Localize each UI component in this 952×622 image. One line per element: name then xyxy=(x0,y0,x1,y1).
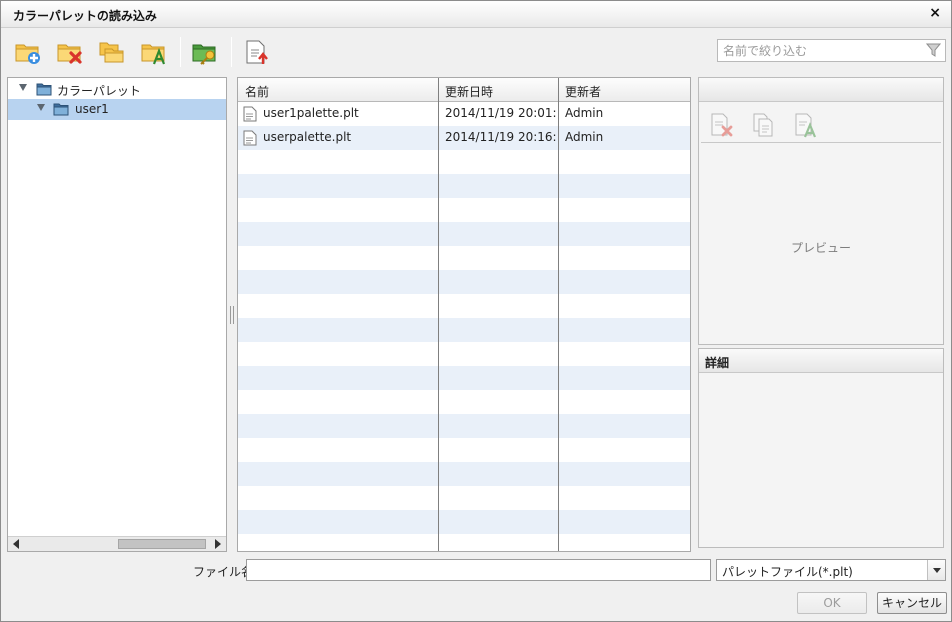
tree-horizontal-scrollbar[interactable] xyxy=(8,536,226,551)
folder-permission-icon[interactable] xyxy=(191,38,219,66)
file-list: 名前 更新日時 更新者 user1palette.plt 2014/11/19 … xyxy=(237,77,691,552)
filter-icon[interactable] xyxy=(926,43,941,58)
preview-header xyxy=(699,78,943,102)
column-header-modified[interactable]: 更新日時 xyxy=(445,83,493,100)
empty-row xyxy=(238,174,690,198)
empty-row xyxy=(238,510,690,534)
tree-item-label: user1 xyxy=(75,102,109,116)
cancel-button[interactable]: キャンセル xyxy=(877,592,947,614)
file-icon xyxy=(243,130,257,146)
details-header: 詳細 xyxy=(699,349,943,373)
empty-row xyxy=(238,318,690,342)
rename-folder-icon[interactable] xyxy=(140,38,168,66)
table-row[interactable]: user1palette.plt 2014/11/19 20:01:3 Admi… xyxy=(238,102,690,126)
collapse-arrow-icon[interactable] xyxy=(19,84,27,91)
copy-folder-icon[interactable] xyxy=(98,38,126,66)
file-date: 2014/11/19 20:01:3 xyxy=(445,106,557,120)
empty-row xyxy=(238,414,690,438)
filename-label: ファイル名 xyxy=(193,565,254,579)
empty-row xyxy=(238,270,690,294)
dropdown-button[interactable] xyxy=(927,560,945,580)
filter-box xyxy=(717,39,946,62)
column-divider xyxy=(558,78,559,551)
column-divider xyxy=(438,78,439,551)
filetype-selected: パレットファイル(*.plt) xyxy=(722,565,853,579)
scroll-left-icon[interactable] xyxy=(13,539,19,549)
folder-icon xyxy=(53,103,69,116)
toolbar-separator xyxy=(180,37,181,67)
toolbar-separator xyxy=(231,37,232,67)
file-list-header: 名前 更新日時 更新者 xyxy=(238,78,690,102)
empty-row xyxy=(238,462,690,486)
folder-tree: カラーパレット user1 xyxy=(7,77,227,552)
chevron-down-icon xyxy=(933,568,941,573)
file-name: user1palette.plt xyxy=(263,106,359,120)
delete-folder-icon[interactable] xyxy=(56,38,84,66)
title-bar: カラーパレットの読み込み × xyxy=(1,1,951,28)
pane-splitter[interactable] xyxy=(230,306,234,324)
new-folder-icon[interactable] xyxy=(14,38,42,66)
filetype-select[interactable]: パレットファイル(*.plt) xyxy=(716,559,946,581)
filename-input[interactable] xyxy=(246,559,711,581)
preview-placeholder: プレビュー xyxy=(790,241,851,255)
close-icon[interactable]: × xyxy=(929,5,941,21)
load-color-palette-dialog: カラーパレットの読み込み × 名前で絞り込む カラーパレット user1 名前 … xyxy=(0,0,952,622)
filter-input[interactable] xyxy=(718,40,918,61)
details-title: 詳細 xyxy=(705,356,730,370)
column-header-modifier[interactable]: 更新者 xyxy=(565,83,601,100)
empty-row xyxy=(238,222,690,246)
file-name: userpalette.plt xyxy=(263,130,352,144)
table-row[interactable]: userpalette.plt 2014/11/19 20:16:5 Admin xyxy=(238,126,690,150)
collapse-arrow-icon[interactable] xyxy=(37,104,45,111)
rename-file-icon[interactable] xyxy=(793,112,819,138)
column-header-name[interactable]: 名前 xyxy=(245,83,269,100)
scroll-thumb[interactable] xyxy=(118,539,206,549)
delete-file-icon[interactable] xyxy=(709,112,735,138)
file-user: Admin xyxy=(565,106,604,120)
preview-panel: プレビュー xyxy=(698,77,944,345)
file-date: 2014/11/19 20:16:5 xyxy=(445,130,557,144)
file-icon xyxy=(243,106,257,122)
folder-icon xyxy=(36,83,52,96)
empty-row xyxy=(238,366,690,390)
upload-file-icon[interactable] xyxy=(243,38,271,66)
copy-file-icon[interactable] xyxy=(751,112,777,138)
ok-button[interactable]: OK xyxy=(797,592,867,614)
details-panel: 詳細 xyxy=(698,348,944,548)
file-user: Admin xyxy=(565,130,604,144)
preview-divider xyxy=(701,142,941,143)
tree-item-color-palette[interactable]: カラーパレット xyxy=(8,79,226,100)
dialog-title: カラーパレットの読み込み xyxy=(13,9,157,23)
tree-item-user1[interactable]: user1 xyxy=(8,99,226,120)
tree-item-label: カラーパレット xyxy=(57,84,141,98)
scroll-right-icon[interactable] xyxy=(215,539,221,549)
